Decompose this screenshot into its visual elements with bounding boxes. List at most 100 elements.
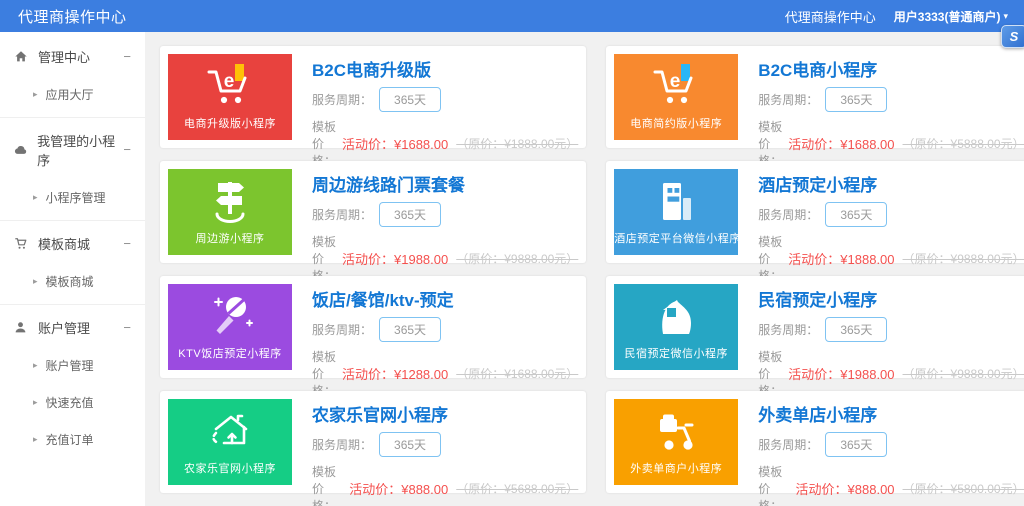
mini-program-icon bbox=[14, 144, 30, 156]
sidebar-group-3[interactable]: 账户管理 − bbox=[0, 307, 145, 347]
product-tile[interactable]: e 电商升级版小程序 bbox=[168, 54, 292, 140]
sidebar-item[interactable]: ▸ 充值订单 bbox=[0, 421, 145, 458]
homestay-icon bbox=[650, 292, 702, 342]
duration-option[interactable]: 365天 bbox=[379, 432, 441, 457]
tile-label: 民宿预定微信小程序 bbox=[614, 345, 738, 361]
active-price: 活动价：¥888.00 bbox=[349, 479, 448, 498]
product-title[interactable]: B2C电商升级版 bbox=[312, 56, 578, 81]
sidebar-item-label: 快速充值 bbox=[46, 394, 94, 411]
sidebar-group: 模板商城 − ▸ 模板商城 bbox=[0, 221, 145, 305]
original-price: （原价：¥1688.00元） bbox=[456, 365, 578, 382]
tile-label: 电商升级版小程序 bbox=[168, 115, 292, 131]
extension-badge[interactable]: S bbox=[1001, 25, 1024, 48]
template-product-card: e 电商升级版小程序 B2C电商升级版 服务周期： 365天 模板价格： 活动价… bbox=[160, 46, 586, 148]
product-title[interactable]: 农家乐官网小程序 bbox=[312, 401, 578, 426]
svg-text:e: e bbox=[224, 71, 235, 92]
tile-label: 周边游小程序 bbox=[168, 230, 292, 246]
product-details: 民宿预定小程序 服务周期： 365天 模板价格： 活动价：¥1988.00 （原… bbox=[738, 284, 1024, 370]
price-row: 模板价格： 活动价：¥888.00 （原价：¥5688.00元） bbox=[312, 463, 578, 506]
product-details: 酒店预定小程序 服务周期： 365天 模板价格： 活动价：¥1888.00 （原… bbox=[738, 169, 1024, 255]
sidebar-item[interactable]: ▸ 小程序管理 bbox=[0, 179, 145, 216]
signpost-icon bbox=[204, 177, 256, 227]
template-product-card: 民宿预定微信小程序 民宿预定小程序 服务周期： 365天 模板价格： 活动价：¥… bbox=[606, 276, 1024, 378]
product-title[interactable]: 外卖单店小程序 bbox=[758, 401, 1024, 426]
product-title[interactable]: 民宿预定小程序 bbox=[758, 286, 1024, 311]
duration-option[interactable]: 365天 bbox=[825, 87, 887, 112]
service-cycle-label: 服务周期： bbox=[758, 206, 818, 223]
tile-label: KTV饭店预定小程序 bbox=[168, 345, 292, 361]
template-product-card: e 电商简约版小程序 B2C电商小程序 服务周期： 365天 模板价格： 活动价… bbox=[606, 46, 1024, 148]
active-price: 活动价：¥1288.00 bbox=[342, 364, 448, 383]
product-title[interactable]: B2C电商小程序 bbox=[758, 56, 1024, 81]
service-cycle-label: 服务周期： bbox=[312, 436, 372, 453]
active-price: 活动价：¥1988.00 bbox=[788, 364, 894, 383]
sidebar-group-0[interactable]: 管理中心 − bbox=[0, 36, 145, 76]
original-price: （原价：¥9888.00元） bbox=[903, 250, 1024, 267]
caret-right-icon: ▸ bbox=[33, 360, 38, 371]
service-cycle-label: 服务周期： bbox=[758, 91, 818, 108]
product-tile[interactable]: 民宿预定微信小程序 bbox=[614, 284, 738, 370]
duration-option[interactable]: 365天 bbox=[379, 87, 441, 112]
price-label: 模板价格： bbox=[758, 463, 789, 506]
sidebar-group-2[interactable]: 模板商城 − bbox=[0, 223, 145, 263]
active-price: 活动价：¥1688.00 bbox=[342, 134, 448, 153]
home-icon bbox=[14, 50, 31, 63]
header-nav-link[interactable]: 代理商操作中心 bbox=[785, 7, 876, 26]
product-tile[interactable]: 外卖单商户小程序 bbox=[614, 399, 738, 485]
service-cycle-row: 服务周期： 365天 bbox=[758, 202, 1024, 227]
duration-option[interactable]: 365天 bbox=[825, 432, 887, 457]
product-title[interactable]: 饭店/餐馆/ktv-预定 bbox=[312, 286, 578, 311]
sidebar-item[interactable]: ▸ 应用大厅 bbox=[0, 76, 145, 113]
duration-option[interactable]: 365天 bbox=[825, 317, 887, 342]
product-tile[interactable]: KTV饭店预定小程序 bbox=[168, 284, 292, 370]
sidebar-item[interactable]: ▸ 账户管理 bbox=[0, 347, 145, 384]
sidebar-group-1[interactable]: 我管理的小程序 − bbox=[0, 120, 145, 179]
active-price: 活动价：¥1888.00 bbox=[788, 249, 894, 268]
original-price: （原价：¥5688.00元） bbox=[456, 480, 578, 497]
sidebar-nav: 管理中心 − ▸ 应用大厅 我管理的小程序 − ▸ 小程序管理 模板商城 − ▸… bbox=[0, 32, 145, 506]
product-tile[interactable]: 农家乐官网小程序 bbox=[168, 399, 292, 485]
product-details: B2C电商小程序 服务周期： 365天 模板价格： 活动价：¥1688.00 （… bbox=[738, 54, 1024, 140]
original-price: （原价：¥9888.00元） bbox=[456, 250, 578, 267]
service-cycle-label: 服务周期： bbox=[312, 321, 372, 338]
hotel-icon bbox=[651, 177, 701, 227]
caret-right-icon: ▸ bbox=[33, 276, 38, 287]
original-price: （原价：¥5888.00元） bbox=[903, 135, 1024, 152]
caret-right-icon: ▸ bbox=[33, 192, 38, 203]
app-title: 代理商操作中心 bbox=[18, 6, 127, 27]
sidebar-item-label: 充值订单 bbox=[46, 431, 94, 448]
sidebar-item-label: 应用大厅 bbox=[46, 86, 94, 103]
header-right: 代理商操作中心 用户3333(普通商户) ▾ bbox=[785, 7, 1008, 26]
duration-option[interactable]: 365天 bbox=[825, 202, 887, 227]
active-price: 活动价：¥1988.00 bbox=[342, 249, 448, 268]
product-title[interactable]: 周边游线路门票套餐 bbox=[312, 171, 578, 196]
original-price: （原价：¥5800.00元） bbox=[903, 480, 1024, 497]
collapse-minus-icon: − bbox=[123, 52, 131, 62]
duration-option[interactable]: 365天 bbox=[379, 202, 441, 227]
caret-right-icon: ▸ bbox=[33, 89, 38, 100]
sidebar-group: 我管理的小程序 − ▸ 小程序管理 bbox=[0, 118, 145, 221]
sidebar-item[interactable]: ▸ 模板商城 bbox=[0, 263, 145, 300]
service-cycle-row: 服务周期： 365天 bbox=[312, 87, 578, 112]
duration-option[interactable]: 365天 bbox=[379, 317, 441, 342]
sidebar-item[interactable]: ▸ 快速充值 bbox=[0, 384, 145, 421]
caret-right-icon: ▸ bbox=[33, 397, 38, 408]
service-cycle-label: 服务周期： bbox=[758, 321, 818, 338]
farmhouse-icon bbox=[202, 407, 258, 457]
user-dropdown[interactable]: 用户3333(普通商户) ▾ bbox=[894, 8, 1008, 25]
collapse-minus-icon: − bbox=[123, 323, 131, 333]
product-tile[interactable]: e 电商简约版小程序 bbox=[614, 54, 738, 140]
service-cycle-label: 服务周期： bbox=[758, 436, 818, 453]
sidebar-item-label: 账户管理 bbox=[46, 357, 94, 374]
product-tile[interactable]: 酒店预定平台微信小程序 bbox=[614, 169, 738, 255]
agent-console-window: 代理商操作中心 代理商操作中心 用户3333(普通商户) ▾ S 管理中心 − … bbox=[0, 0, 1024, 506]
price-label: 模板价格： bbox=[312, 463, 343, 506]
product-title[interactable]: 酒店预定小程序 bbox=[758, 171, 1024, 196]
product-tile[interactable]: 周边游小程序 bbox=[168, 169, 292, 255]
template-product-card: 周边游小程序 周边游线路门票套餐 服务周期： 365天 模板价格： 活动价：¥1… bbox=[160, 161, 586, 263]
tile-label: 电商简约版小程序 bbox=[614, 115, 738, 131]
user-icon bbox=[14, 321, 31, 334]
service-cycle-row: 服务周期： 365天 bbox=[758, 432, 1024, 457]
original-price: （原价：¥9888.00元） bbox=[903, 365, 1024, 382]
top-header: 代理商操作中心 代理商操作中心 用户3333(普通商户) ▾ bbox=[0, 0, 1024, 32]
